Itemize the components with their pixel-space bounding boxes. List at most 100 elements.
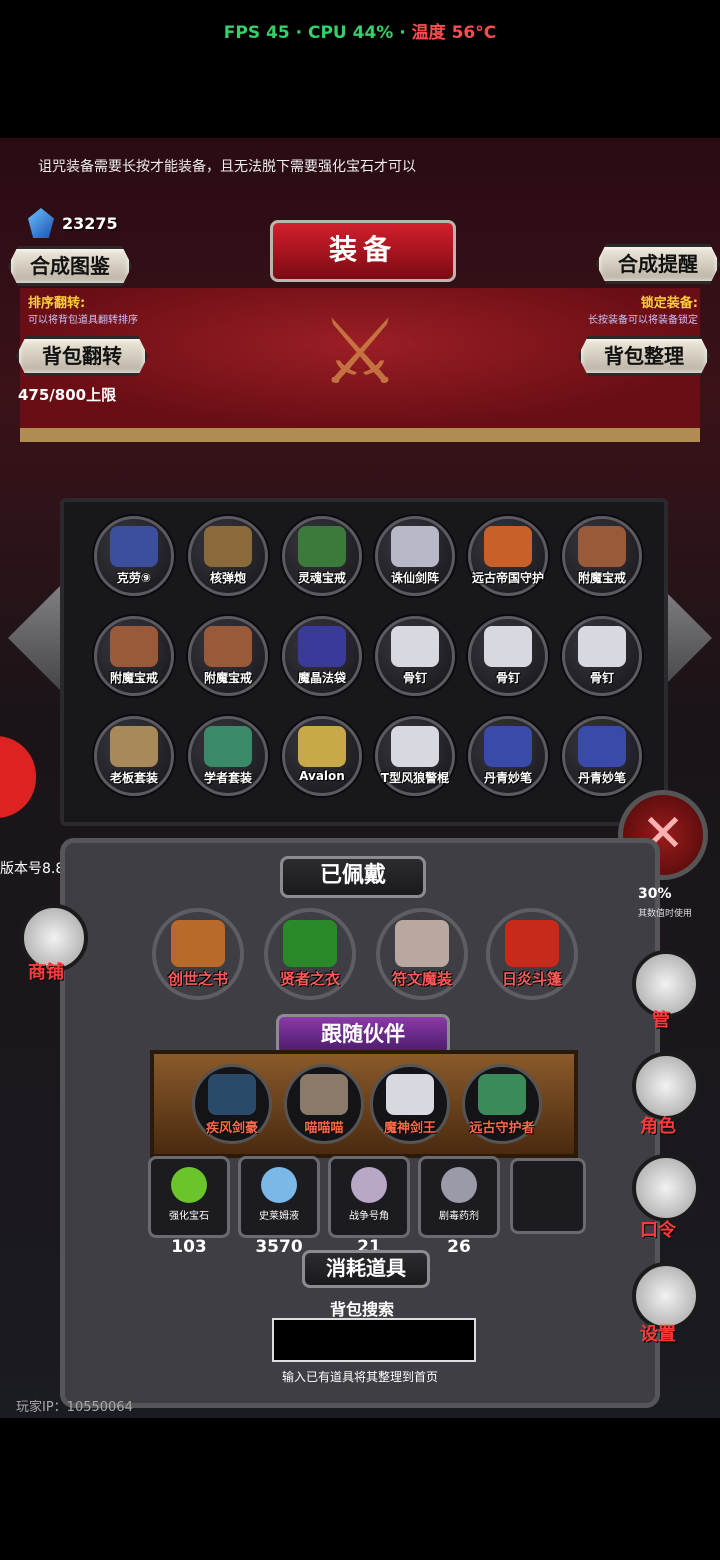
crossed-swords-icon: ⚔ — [319, 300, 401, 405]
item-label: 克劳⑨ — [116, 571, 152, 585]
item-icon — [578, 526, 626, 568]
consumable-slot[interactable]: 剧毒药剂 26 — [418, 1156, 500, 1257]
item-label: Avalon — [299, 769, 345, 783]
consumable-slot[interactable]: 史莱姆液 3570 — [238, 1156, 320, 1257]
inventory-slot[interactable]: 老板套装 — [94, 716, 174, 796]
inventory-slot[interactable]: Avalon — [282, 716, 362, 796]
item-label: 丹青妙笔 — [577, 771, 626, 785]
equipped-slot[interactable]: 符文魔装 — [376, 908, 468, 1000]
bag-sort-button[interactable]: 背包整理 — [578, 336, 710, 376]
item-icon — [484, 726, 532, 768]
item-label: 附魔宝戒 — [109, 671, 158, 685]
inventory-slot[interactable]: 骨钉 — [562, 616, 642, 696]
inventory-slot[interactable]: 附魔宝戒 — [562, 516, 642, 596]
companion-slot[interactable]: 魔神剑王 — [370, 1064, 450, 1144]
consumable-slot[interactable]: 战争号角 21 — [328, 1156, 410, 1257]
item-icon — [395, 920, 449, 967]
item-label: 创世之书 — [167, 970, 228, 988]
item-label: 附魔宝戒 — [577, 571, 626, 585]
inventory-slot[interactable]: 核弹炮 — [188, 516, 268, 596]
search-hint: 输入已有道具将其整理到首页 — [282, 1370, 439, 1384]
item-icon — [110, 626, 158, 668]
item-icon — [204, 726, 252, 768]
item-label: 灵魂宝戒 — [297, 571, 346, 585]
fps-text: FPS 45 — [223, 23, 290, 43]
item-icon — [478, 1074, 526, 1116]
status-bar: FPS 45 · CPU 44% · 温度 56°C — [223, 23, 497, 43]
item-icon — [283, 920, 337, 967]
player-avatar-tab[interactable] — [0, 736, 36, 818]
consumable-slot[interactable]: 强化宝石 103 — [148, 1156, 230, 1257]
inventory-slot[interactable]: 魔晶法袋 — [282, 616, 362, 696]
consumable-icon — [171, 1167, 207, 1203]
item-label: 附魔宝戒 — [203, 671, 252, 685]
search-title: 背包搜索 — [330, 1300, 395, 1319]
companion-slot[interactable]: 喵喵喵 — [284, 1064, 364, 1144]
code-label: 口令 — [640, 1220, 676, 1241]
bag-flip-button[interactable]: 背包翻转 — [16, 336, 148, 376]
item-icon — [298, 526, 346, 568]
temp-text: 温度 56°C — [411, 23, 497, 43]
player-ip-text: 玩家IP：10550064 — [16, 1400, 133, 1415]
synth-catalog-button[interactable]: 合成图鉴 — [8, 246, 132, 286]
item-icon — [204, 626, 252, 668]
inventory-slot[interactable]: 骨钉 — [468, 616, 548, 696]
companion-slot[interactable]: 远古守护者 — [462, 1064, 542, 1144]
equipped-slot[interactable]: 日炎斗篷 — [486, 908, 578, 1000]
item-label: 贤者之衣 — [279, 970, 340, 988]
partial-badge: 30% — [638, 886, 672, 902]
item-label: 魔神剑王 — [383, 1121, 436, 1136]
settings-label: 设置 — [640, 1324, 676, 1345]
item-label: 老板套装 — [109, 771, 158, 785]
item-icon — [578, 726, 626, 768]
consumable-icon — [261, 1167, 297, 1203]
equipped-slot[interactable]: 创世之书 — [152, 908, 244, 1000]
inventory-slot[interactable]: 附魔宝戒 — [188, 616, 268, 696]
sort-flip-info: 排序翻转: 可以将背包道具翻转排序 — [28, 296, 138, 326]
gem-count: 23275 — [62, 213, 118, 233]
inventory-slot[interactable]: 骨钉 — [375, 616, 455, 696]
inventory-slot[interactable]: 诛仙剑阵 — [375, 516, 455, 596]
inventory-slot[interactable]: 学者套装 — [188, 716, 268, 796]
role-icon[interactable] — [632, 1052, 700, 1120]
item-icon — [208, 1074, 256, 1116]
equipped-slot[interactable]: 贤者之衣 — [264, 908, 356, 1000]
code-icon[interactable] — [632, 1154, 700, 1222]
companion-slot[interactable]: 疾风剑豪 — [192, 1064, 272, 1144]
item-label: 骨钉 — [402, 671, 427, 685]
item-label: 魔晶法袋 — [297, 671, 346, 685]
item-icon — [298, 626, 346, 668]
item-icon — [505, 920, 559, 967]
inventory-slot[interactable]: T型风狼警棍 — [375, 716, 455, 796]
item-icon — [578, 626, 626, 668]
gem-counter: 23275 — [28, 208, 118, 238]
item-icon — [110, 526, 158, 568]
empty-consumable-slot[interactable] — [510, 1158, 586, 1234]
consumable-count: 103 — [171, 1237, 207, 1257]
item-icon — [204, 526, 252, 568]
lock-equip-info: 锁定装备: 长按装备可以将装备锁定 — [588, 296, 698, 326]
item-label: T型风狼警棍 — [380, 771, 450, 785]
item-icon — [171, 920, 225, 967]
consumable-icon — [351, 1167, 387, 1203]
item-label: 诛仙剑阵 — [390, 571, 439, 585]
consumable-name: 战争号角 — [349, 1211, 389, 1222]
synth-reminder-button[interactable]: 合成提醒 — [596, 244, 720, 284]
item-label: 远古帝国守护 — [471, 571, 544, 585]
inventory-slot[interactable]: 丹青妙笔 — [468, 716, 548, 796]
item-label: 远古守护者 — [469, 1121, 535, 1136]
item-label: 骨钉 — [589, 671, 614, 685]
inventory-slot[interactable]: 丹青妙笔 — [562, 716, 642, 796]
item-icon — [484, 526, 532, 568]
gem-icon — [28, 208, 54, 238]
item-label: 日炎斗篷 — [501, 970, 562, 988]
inventory-slot[interactable]: 克劳⑨ — [94, 516, 174, 596]
inventory-slot[interactable]: 附魔宝戒 — [94, 616, 174, 696]
inventory-slot[interactable]: 远古帝国守护 — [468, 516, 548, 596]
curse-notice: 诅咒装备需要长按才能装备，且无法脱下需要强化宝石才可以 — [38, 159, 416, 175]
item-label: 丹青妙笔 — [483, 771, 532, 785]
capacity-text: 475/800上限 — [18, 386, 117, 404]
search-input[interactable] — [272, 1318, 476, 1362]
inventory-slot[interactable]: 灵魂宝戒 — [282, 516, 362, 596]
item-label: 符文魔装 — [391, 970, 452, 988]
